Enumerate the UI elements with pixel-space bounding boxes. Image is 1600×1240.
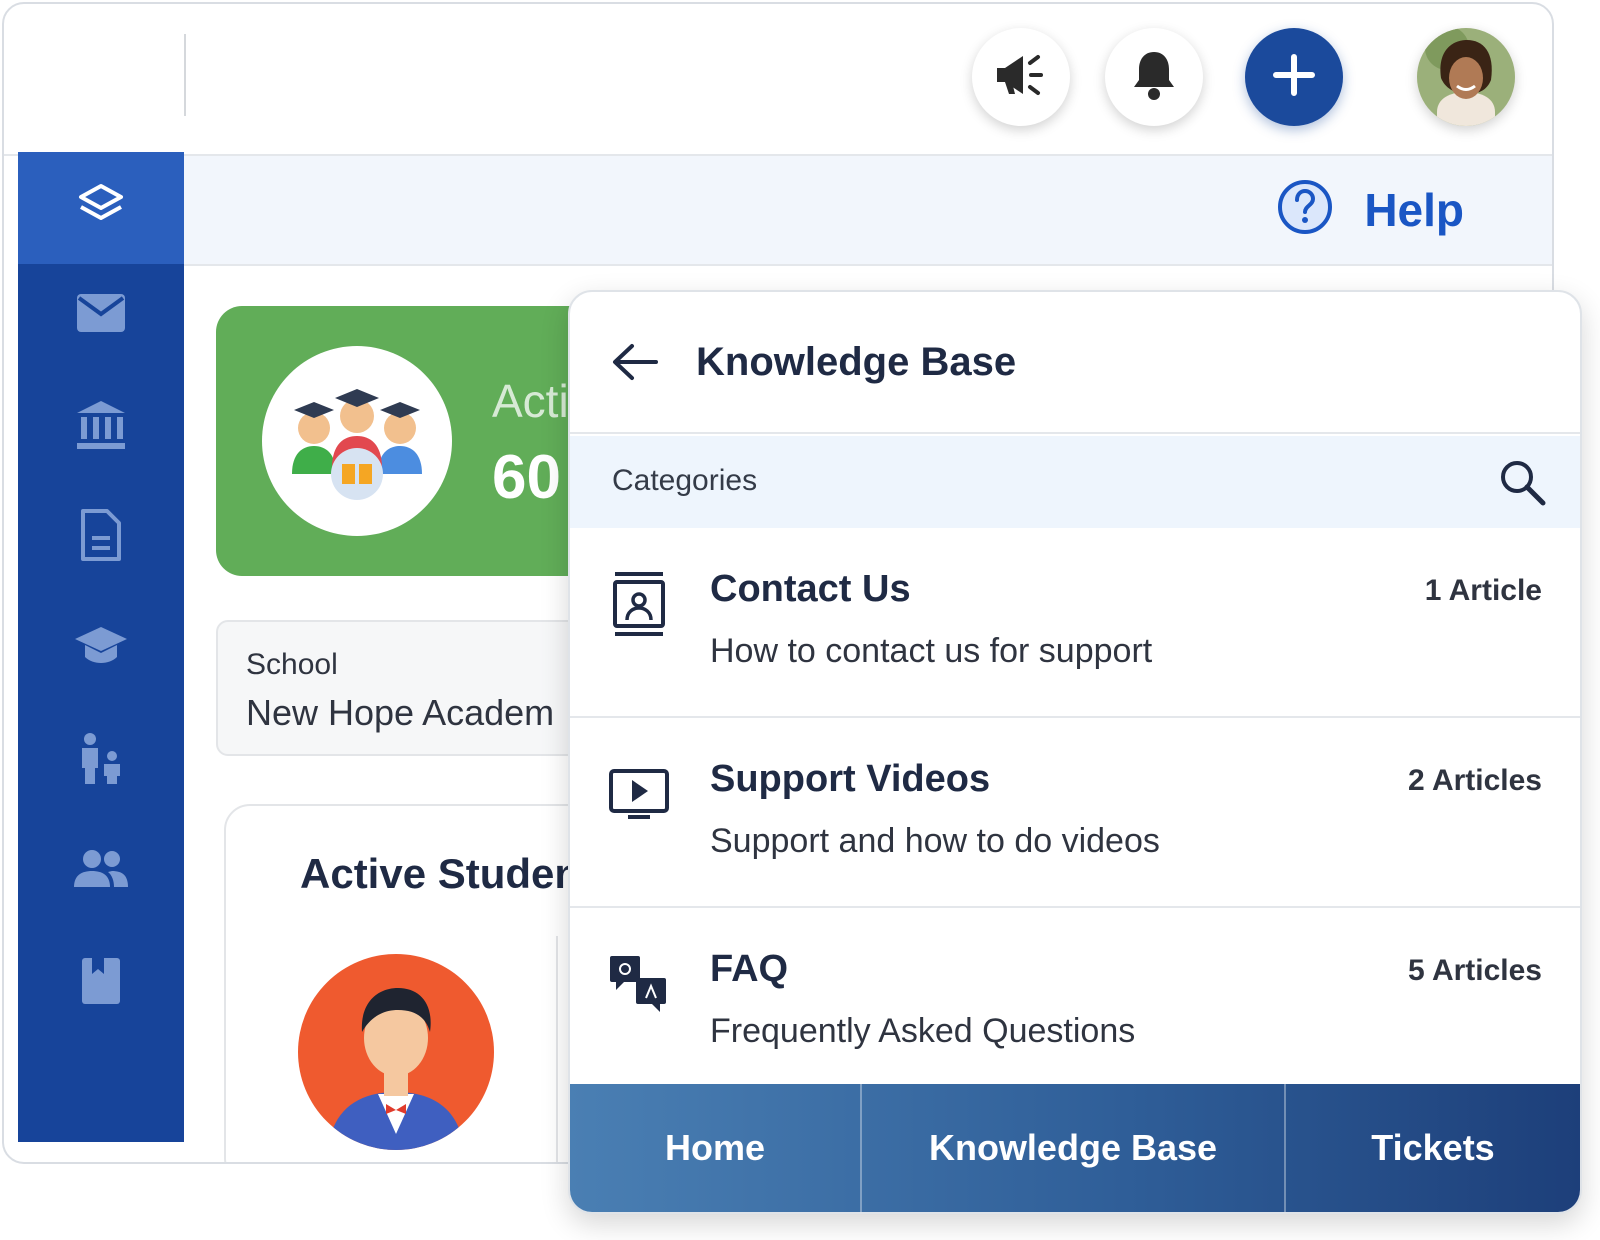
tab-knowledge-base[interactable]: Knowledge Base xyxy=(860,1084,1284,1212)
kb-title: Knowledge Base xyxy=(696,340,1017,384)
active-card-label: Acti xyxy=(492,375,569,427)
graduation-cap-icon xyxy=(73,625,129,674)
kb-item-description: Frequently Asked Questions xyxy=(710,1012,1136,1050)
kb-item-count: 5 Articles xyxy=(1408,954,1542,987)
sidebar-item-users[interactable] xyxy=(18,836,184,906)
sidebar-item-library[interactable] xyxy=(18,948,184,1018)
announcements-button[interactable] xyxy=(972,28,1070,126)
book-icon xyxy=(80,956,122,1011)
search-button[interactable] xyxy=(1494,456,1550,512)
topbar-divider xyxy=(184,34,186,116)
tab-tickets[interactable]: Tickets xyxy=(1284,1084,1580,1212)
kb-category-contact-us[interactable]: Contact Us How to contact us for support… xyxy=(570,528,1580,718)
bell-icon xyxy=(1131,48,1177,107)
kb-category-support-videos[interactable]: Support Videos Support and how to do vid… xyxy=(570,718,1580,908)
kb-item-title: Contact Us xyxy=(710,568,911,610)
users-icon xyxy=(72,849,130,894)
students-divider xyxy=(556,936,558,1162)
video-play-icon xyxy=(608,758,670,830)
sidebar-item-academics[interactable] xyxy=(18,614,184,684)
sidebar-item-documents[interactable] xyxy=(18,502,184,572)
sidebar xyxy=(18,152,184,1142)
student-avatar xyxy=(298,954,494,1150)
bank-icon xyxy=(75,399,127,456)
kb-item-title: FAQ xyxy=(710,948,789,990)
help-bar: Help xyxy=(184,156,1552,266)
school-value: New Hope Academ xyxy=(246,692,555,733)
kb-tab-bar: Home Knowledge Base Tickets xyxy=(570,1084,1580,1212)
help-link[interactable]: Help xyxy=(1276,178,1464,241)
arrow-left-icon xyxy=(610,342,658,387)
categories-label: Categories xyxy=(612,464,758,497)
knowledge-base-panel: Knowledge Base Categories Contact Us How… xyxy=(568,290,1582,1214)
notifications-button[interactable] xyxy=(1105,28,1203,126)
search-icon xyxy=(1497,457,1547,512)
sidebar-item-parents[interactable] xyxy=(18,726,184,796)
sidebar-item-dashboard[interactable] xyxy=(18,152,184,264)
sidebar-item-mail[interactable] xyxy=(18,280,184,350)
kb-category-faq[interactable]: FAQ Frequently Asked Questions 5 Article… xyxy=(570,908,1580,1098)
kb-item-title: Support Videos xyxy=(710,758,991,800)
document-icon xyxy=(80,508,122,567)
students-group-icon xyxy=(262,346,452,536)
question-circle-icon xyxy=(1276,178,1334,241)
kb-item-description: How to contact us for support xyxy=(710,632,1153,670)
kb-header: Knowledge Base xyxy=(570,292,1580,434)
mail-icon xyxy=(76,293,126,338)
school-label: School xyxy=(246,648,338,681)
megaphone-icon xyxy=(991,50,1051,105)
user-avatar[interactable] xyxy=(1417,28,1515,126)
contact-card-icon xyxy=(608,568,670,640)
add-button[interactable] xyxy=(1245,28,1343,126)
layers-icon xyxy=(76,181,126,236)
parent-child-icon xyxy=(76,732,126,791)
active-card-value: 60 xyxy=(492,443,561,512)
kb-item-count: 1 Article xyxy=(1424,574,1542,607)
help-label[interactable]: Help xyxy=(1364,183,1464,237)
kb-item-count: 2 Articles xyxy=(1408,764,1542,797)
kb-item-description: Support and how to do videos xyxy=(710,822,1160,860)
categories-bar: Categories xyxy=(570,436,1580,528)
qa-chat-icon xyxy=(608,948,670,1020)
sidebar-item-bank[interactable] xyxy=(18,392,184,462)
tab-home[interactable]: Home xyxy=(570,1084,860,1212)
back-button[interactable] xyxy=(606,336,662,392)
active-students-title: Active Studen xyxy=(300,850,581,897)
plus-icon xyxy=(1272,53,1316,102)
